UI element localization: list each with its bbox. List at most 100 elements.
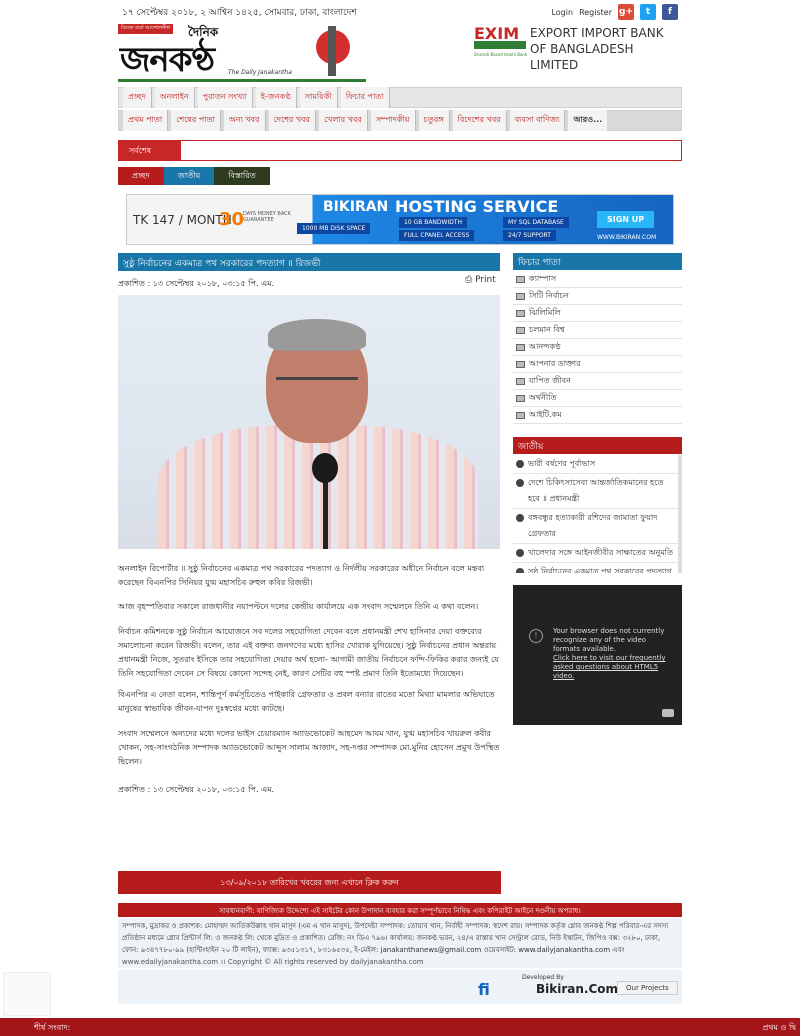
ad-brand: BIKIRAN	[323, 199, 389, 215]
breadcrumb-section[interactable]: জাতীয়	[163, 167, 215, 185]
breadcrumb: প্রচ্ছদ জাতীয় বিস্তারিত	[118, 167, 270, 185]
folder-icon	[516, 309, 525, 317]
national-item[interactable]: খালেদার সঙ্গে আইনজীবীর সাক্ষাতের অনুমতি	[513, 544, 678, 563]
article-published: প্রকাশিত : ১৩ সেপ্টেম্বর ২০১৮, ০৩:১৫ পি.…	[118, 279, 275, 288]
developed-by: Developed By	[522, 974, 564, 981]
footer-info-text: সম্পাদক, মুদ্রাকর ও প্রকাশক: মোহাম্মদ আত…	[122, 922, 669, 954]
nav-item[interactable]: শেষের পাতা	[171, 110, 221, 131]
bullet-icon	[516, 479, 524, 487]
ad-feature: 10 GB BANDWIDTH	[399, 217, 468, 228]
ad-url: WWW.BIKIRAN.COM	[597, 234, 657, 241]
feature-item[interactable]: সিটি নির্বাচন	[513, 288, 682, 305]
partner-logo-icon[interactable]: fi	[478, 980, 490, 999]
register-link[interactable]: Register	[579, 8, 612, 17]
bank-name: EXPORT IMPORT BANK OF BANGLADESH LIMITED	[530, 25, 682, 73]
national-item[interactable]: সুষ্ঠু নির্বাচনের একমাত্র পথ সরকারের পদত…	[513, 563, 678, 573]
breadcrumb-home[interactable]: প্রচ্ছদ	[118, 167, 164, 185]
top-links: Login Register g+ t f	[551, 4, 678, 20]
article-title: সুষ্ঠু নির্বাচনের একমাত্র পথ সরকারের পদত…	[118, 253, 500, 271]
youtube-icon[interactable]	[662, 709, 674, 717]
feature-label: ঝিলিমিলি	[529, 307, 561, 317]
feature-item[interactable]: যাপিত জীবন	[513, 373, 682, 390]
facebook-icon[interactable]: f	[662, 4, 678, 20]
nav-item[interactable]: বিদেশের খবর	[452, 110, 507, 131]
hosting-ad-banner[interactable]: TK 147 / MONTH 30 DAYS MONEY BACK GUARAN…	[126, 194, 674, 245]
nav-item[interactable]: খেলার খবর	[318, 110, 368, 131]
feature-item[interactable]: অর্থনীতি	[513, 390, 682, 407]
nav-item[interactable]: প্রথম পাতা	[123, 110, 169, 131]
folder-icon	[516, 343, 525, 351]
national-list[interactable]: ভারী বর্ষণের পূর্বাভাস দেশে চিকিৎসাসেবা …	[513, 455, 682, 573]
nav-item[interactable]: অনলাইন	[154, 87, 195, 108]
feature-item[interactable]: ক্যাম্পাস	[513, 271, 682, 288]
footer-bottom: fi Developed By Bikiran.Com Our Projects	[118, 970, 682, 1004]
photo-mic-stand	[323, 480, 328, 549]
nav-item[interactable]: দেশের খবর	[268, 110, 316, 131]
footer-copyright: www.edailyjanakantha.com ।। Copyright © …	[122, 958, 424, 966]
twitter-icon[interactable]: t	[640, 4, 656, 20]
nav-item[interactable]: ফিচার পাতা	[340, 87, 390, 108]
feature-label: আইটি.কম	[529, 409, 562, 419]
folder-icon	[516, 394, 525, 402]
nav-item[interactable]: ই-জনকণ্ঠ	[255, 87, 297, 108]
latest-label: সর্বশেষ	[119, 141, 181, 160]
ticker-text[interactable]: প্রথম ও দ্বি	[762, 1022, 796, 1035]
archive-link-button[interactable]: ১৩/০৯/২০১৮ তারিখের খবরের জন্য এখানে ক্লি…	[118, 871, 501, 894]
folder-icon	[516, 360, 525, 368]
bullet-icon	[516, 460, 524, 468]
folder-icon	[516, 411, 525, 419]
left-widget	[3, 972, 51, 1016]
site-logo[interactable]: বিবেক বর্তে আন্দোলনীল দৈনিক জনকণ্ঠ The D…	[118, 24, 366, 82]
nav-item[interactable]: সম্পাদকীয়	[370, 110, 416, 131]
nav-item[interactable]: চতুরঙ্গ	[418, 110, 450, 131]
national-item[interactable]: ভারী বর্ষণের পূর্বাভাস	[513, 455, 678, 474]
photo-body	[158, 425, 478, 549]
logo-english: The Daily Janakantha	[228, 69, 292, 76]
feature-list: ক্যাম্পাস সিটি নির্বাচন ঝিলিমিলি চলমান ব…	[513, 271, 682, 424]
feature-item[interactable]: চলমান বিশ্ব	[513, 322, 682, 339]
nav-item[interactable]: সাময়িকী	[299, 87, 338, 108]
feature-item[interactable]: আইটি.কম	[513, 407, 682, 424]
nav-item[interactable]: অন্য খবর	[223, 110, 266, 131]
bank-ad[interactable]: EXIM Shariah Based Islami Bank EXPORT IM…	[474, 24, 682, 72]
video-faq-link[interactable]: Click here to visit our frequently asked…	[553, 654, 673, 681]
national-item[interactable]: বঙ্গবন্ধুর হত্যাকারী রশিদের জামাতা ফুয়া…	[513, 509, 678, 544]
google-plus-icon[interactable]: g+	[618, 4, 634, 20]
ad-signup-button[interactable]: SIGN UP	[597, 211, 655, 228]
feature-label: আনন্দকণ্ঠ	[529, 341, 561, 351]
video-message: Your browser does not currently recogniz…	[553, 627, 665, 653]
top-date: ১৭ সেপ্টেম্বর ২০১৮, ২ আশ্বিন ১৪২৫, সোমবা…	[122, 8, 357, 18]
bullet-icon	[516, 514, 524, 522]
national-label: বঙ্গবন্ধুর হত্যাকারী রশিদের জামাতা ফুয়া…	[528, 513, 658, 538]
feature-label: ক্যাম্পাস	[529, 273, 557, 283]
national-item[interactable]: দেশে চিকিৎসাসেবা আন্তর্জাতিকমানের হতে হব…	[513, 474, 678, 509]
ad-feature: MY SQL DATABASE	[503, 217, 569, 228]
nav-item[interactable]: ব্যবসা বাণিজ্য	[509, 110, 566, 131]
national-label: সুষ্ঠু নির্বাচনের একমাত্র পথ সরকারের পদত…	[528, 567, 672, 573]
developer-logo[interactable]: Bikiran.Com	[536, 982, 618, 996]
feature-label: অর্থনীতি	[529, 392, 557, 402]
footer-info: সম্পাদক, মুদ্রাকর ও প্রকাশক: মোহাম্মদ আত…	[118, 918, 682, 968]
folder-icon	[516, 326, 525, 334]
bank-line2: OF BANGLADESH LIMITED	[530, 42, 634, 72]
bank-small: Shariah Based Islami Bank	[474, 52, 528, 57]
nav-item[interactable]: প্রচ্ছদ	[123, 87, 152, 108]
feature-item[interactable]: আনন্দকণ্ঠ	[513, 339, 682, 356]
article-paragraph: অনলাইন রিপোর্টার ॥ সুষ্ঠু নির্বাচনের একম…	[118, 564, 485, 587]
feature-item[interactable]: আপনার ডাক্তার	[513, 356, 682, 373]
ad-days: 30	[219, 209, 245, 230]
logo-tagline: বিবেক বর্তে আন্দোলনীল	[118, 24, 174, 34]
logo-name: জনকণ্ঠ	[120, 40, 215, 80]
nav-more[interactable]: আরও...	[568, 110, 608, 131]
nav-item[interactable]: পুরাতন সংখ্যা	[197, 87, 253, 108]
video-player[interactable]: ! Your browser does not currently recogn…	[513, 585, 682, 725]
our-projects-button[interactable]: Our Projects	[617, 981, 678, 995]
page: ১৭ সেপ্টেম্বর ২০১৮, ২ আশ্বিন ১৪২৫, সোমবা…	[0, 0, 800, 1036]
feature-item[interactable]: ঝিলিমিলি	[513, 305, 682, 322]
footer-warning: সাবধানবাণী: বাণিজ্যিক উদ্দেশ্যে এই সাইটে…	[118, 903, 682, 917]
photo-glasses	[276, 377, 358, 393]
bullet-icon	[516, 568, 524, 573]
print-button[interactable]: ⎙ Print	[465, 275, 496, 285]
latest-news-bar: সর্বশেষ	[118, 140, 682, 161]
login-link[interactable]: Login	[551, 8, 573, 17]
